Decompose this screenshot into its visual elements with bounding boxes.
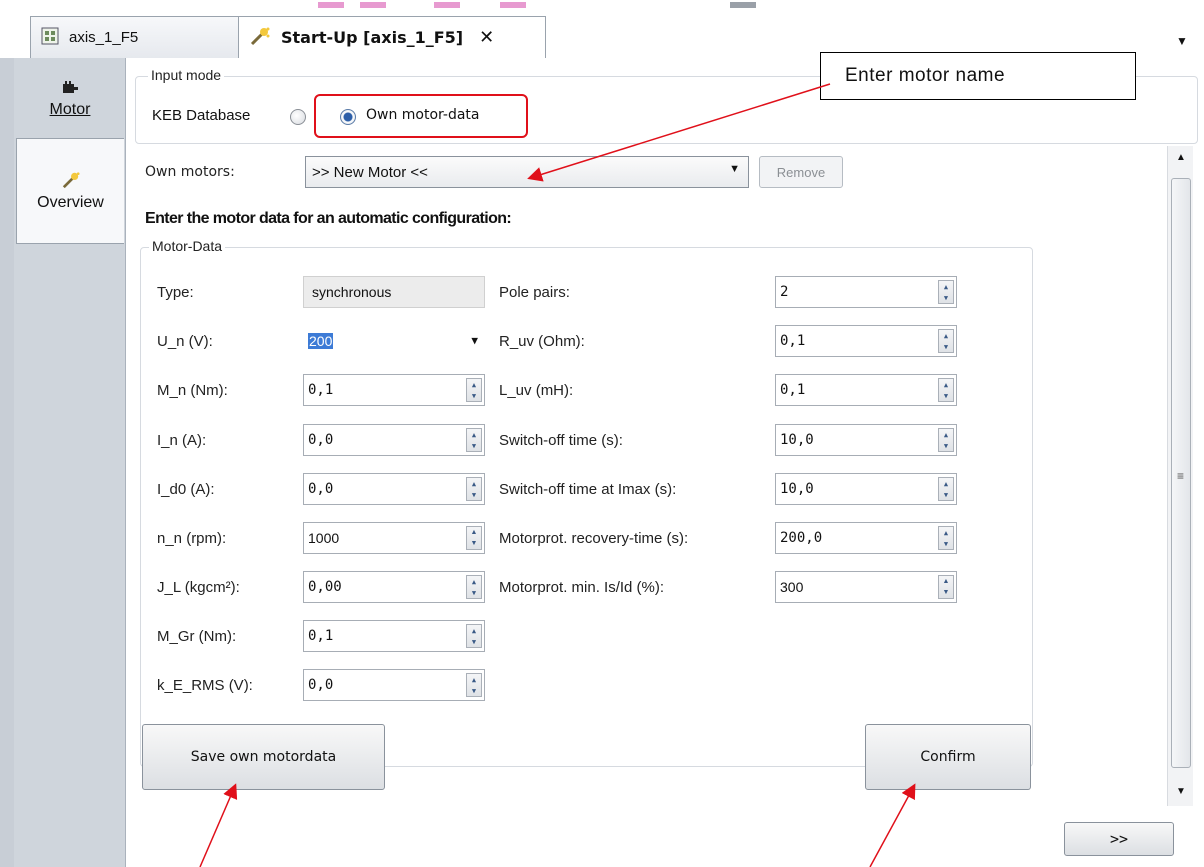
annotation-arrow bbox=[869, 783, 916, 867]
annotation-arrow bbox=[199, 783, 238, 867]
annotation-arrows bbox=[199, 83, 916, 867]
annotation-arrow bbox=[527, 83, 831, 182]
